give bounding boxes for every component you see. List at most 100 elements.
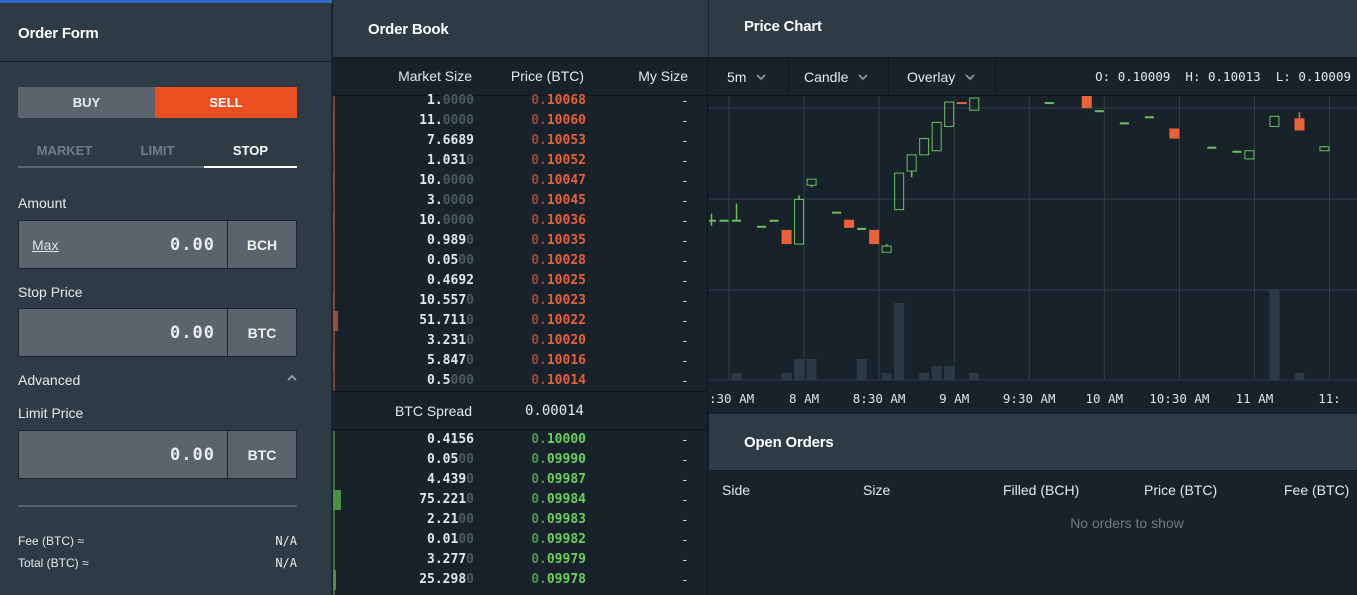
price: 0.10020 — [531, 333, 586, 348]
sell-button[interactable]: SELL — [155, 87, 297, 118]
price: 0.09978 — [531, 572, 586, 587]
market-size: 0.4692 — [427, 273, 474, 288]
my-size: - — [682, 173, 687, 188]
spread-row: BTC Spread 0.00014 — [333, 391, 708, 430]
market-size: 0.5000 — [427, 373, 474, 388]
divider — [0, 61, 332, 62]
my-size: - — [682, 153, 687, 168]
price: 0.10028 — [531, 253, 586, 268]
buy-sell-toggle: BUY SELL — [18, 87, 297, 118]
price: 0.09983 — [531, 512, 586, 527]
ohlc-readout: O: 0.10009 H: 0.10013 L: 0.10009 — [1095, 69, 1351, 84]
my-size: - — [682, 532, 687, 547]
x-tick-label: 9 AM — [939, 391, 969, 406]
order-book-panel: Order Book Market Size Price (BTC) My Si… — [333, 0, 708, 595]
ask-row[interactable]: 51.7110 0.10022 - — [333, 311, 708, 331]
candle-up — [1144, 116, 1154, 119]
market-size: 7.6689 — [427, 133, 474, 148]
candle-up — [709, 219, 717, 222]
tab-market[interactable]: MARKET — [18, 140, 111, 166]
bid-row[interactable]: 4.4390 0.09987 - — [333, 470, 708, 490]
stop-price-input[interactable]: 0.00 — [19, 309, 228, 356]
price: 0.10022 — [531, 313, 586, 328]
candle-up — [1119, 122, 1129, 125]
price: 0.10000 — [531, 432, 586, 447]
candle-up — [757, 225, 767, 228]
bid-rows: 0.4156 0.10000 - 0.0500 0.09990 - 4.4390 0.0998… — [333, 430, 708, 590]
market-size: 0.4156 — [427, 432, 474, 447]
advanced-toggle[interactable]: Advanced — [18, 372, 297, 390]
ask-row[interactable]: 5.8470 0.10016 - — [333, 351, 708, 371]
x-tick-label: 10 AM — [1085, 391, 1123, 406]
ask-row[interactable]: 7.6689 0.10053 - — [333, 131, 708, 151]
open-orders-panel: Open Orders Side Size Filled (BCH) Price… — [709, 412, 1357, 595]
bid-row[interactable]: 25.2980 0.09978 - — [333, 570, 708, 590]
column-fee: Fee (BTC) — [1284, 482, 1350, 498]
market-size: 0.0100 — [427, 532, 474, 547]
top-accent-bar — [0, 0, 332, 3]
price-chart-panel: Price Chart 5m Candle Overlay O: 0.10009… — [709, 0, 1357, 412]
ask-row[interactable]: 1.0310 0.10052 - — [333, 151, 708, 171]
plot-background — [709, 96, 1357, 380]
candle-up — [857, 227, 867, 230]
chevron-up-icon[interactable] — [287, 373, 297, 383]
ask-row[interactable]: 0.9890 0.10035 - — [333, 231, 708, 251]
chart-type-value: Candle — [804, 69, 849, 85]
ask-row[interactable]: 3.0000 0.10045 - — [333, 191, 708, 211]
my-size: - — [682, 193, 687, 208]
column-my-size: My Size — [638, 68, 688, 84]
amount-unit: BCH — [246, 236, 278, 253]
ask-depth-bar — [333, 311, 338, 331]
bid-row[interactable]: 2.2100 0.09983 - — [333, 510, 708, 530]
tab-stop[interactable]: STOP — [204, 140, 297, 168]
interval-dropdown[interactable]: 5m — [709, 58, 789, 96]
candle-down — [956, 102, 967, 105]
x-tick-label: 9:30 AM — [1003, 391, 1056, 406]
candlestick-chart[interactable]: :30 AM 8 AM 8:30 AM 9 AM 9:30 AM 10 AM 10:30 A… — [709, 96, 1357, 412]
spread-label: BTC Spread — [394, 403, 472, 419]
overlay-dropdown[interactable]: Overlay — [889, 58, 996, 96]
price: 0.09982 — [531, 532, 586, 547]
ask-row[interactable]: 10.5570 0.10023 - — [333, 291, 708, 311]
bid-row[interactable]: 0.0100 0.09982 - — [333, 530, 708, 550]
ask-row[interactable]: 10.0000 0.10036 - — [333, 211, 708, 231]
bid-row[interactable]: 0.0500 0.09990 - — [333, 450, 708, 470]
column-price: Price (BTC) — [510, 68, 584, 84]
price: 0.09987 — [531, 472, 586, 487]
open-orders-header: Open Orders — [709, 414, 1357, 471]
amount-input[interactable]: Max 0.00 — [19, 221, 228, 268]
buy-button[interactable]: BUY — [18, 87, 155, 118]
column-side: Side — [722, 482, 751, 498]
price: 0.10047 — [531, 173, 586, 188]
ask-row[interactable]: 3.2310 0.10020 - — [333, 331, 708, 351]
limit-price-input[interactable]: 0.00 — [19, 431, 228, 478]
bid-row[interactable]: 3.2770 0.09979 - — [333, 550, 708, 570]
max-link[interactable]: Max — [32, 237, 58, 253]
candle-up — [732, 219, 742, 222]
bid-row[interactable]: 75.2210 0.09984 - — [333, 490, 708, 510]
column-market-size: Market Size — [398, 68, 472, 84]
ask-row[interactable]: 11.0000 0.10060 - — [333, 111, 708, 131]
volume-bar — [731, 373, 742, 380]
my-size: - — [682, 512, 687, 527]
bid-row[interactable]: 0.4156 0.10000 - — [333, 430, 708, 450]
price: 0.10045 — [531, 193, 586, 208]
limit-price-label: Limit Price — [18, 405, 84, 421]
ask-depth-bar — [333, 291, 334, 311]
my-size: - — [682, 432, 687, 447]
ask-row[interactable]: 10.0000 0.10047 - — [333, 171, 708, 191]
tab-limit[interactable]: LIMIT — [111, 140, 204, 166]
ask-row[interactable]: 0.0500 0.10028 - — [333, 251, 708, 271]
order-type-tabs: MARKET LIMIT STOP — [18, 140, 297, 168]
market-size: 0.0500 — [427, 452, 474, 467]
market-size: 1.0310 — [427, 153, 474, 168]
candle-down — [1294, 118, 1305, 131]
fee-label: Fee (BTC) ≈ — [18, 534, 84, 548]
ask-row[interactable]: 0.4692 0.10025 - — [333, 271, 708, 291]
column-filled: Filled (BCH) — [1003, 482, 1080, 498]
ask-row[interactable]: 1.0000 0.10068 - — [333, 91, 708, 111]
chart-type-dropdown[interactable]: Candle — [789, 58, 889, 96]
candle-up — [1207, 146, 1217, 149]
ask-row[interactable]: 0.5000 0.10014 - — [333, 371, 708, 391]
amount-field: Max 0.00 BCH — [18, 220, 297, 269]
